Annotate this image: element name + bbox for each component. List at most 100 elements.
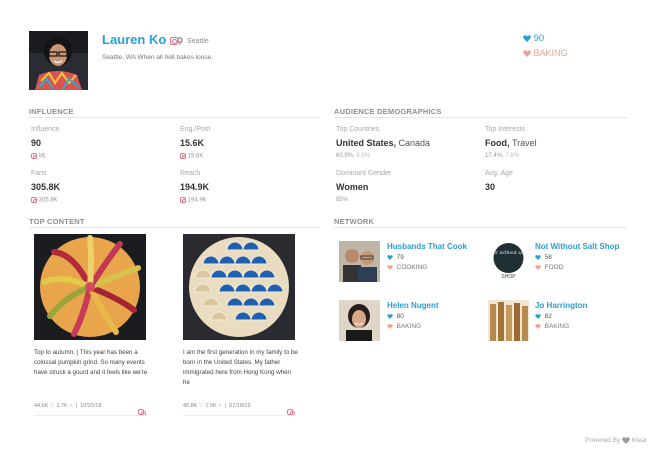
network-topic-value: FOOD	[544, 264, 564, 271]
klear-logo-icon	[622, 437, 630, 444]
post-caption: Top to autumn. | This year has been a co…	[34, 349, 148, 376]
top-interests-label: Top Interests	[485, 126, 526, 133]
influence-sub-value: 96	[38, 153, 46, 160]
network-divider	[334, 227, 627, 228]
instagram-icon-shape	[287, 408, 295, 417]
network-logo-sub: SHOP	[501, 274, 516, 280]
post-caption: I am the first generation in my family t…	[183, 349, 298, 386]
powered-by[interactable]: Powered By Klear	[585, 437, 647, 444]
network-logo-text: not without salt	[490, 251, 527, 256]
top-country-primary: United States,	[336, 138, 397, 148]
heart-outline-icon: ♡	[49, 403, 55, 409]
reach-sub: 194.9K	[180, 197, 207, 204]
profile-name-text[interactable]: Lauren Ko	[102, 32, 166, 47]
profile-name[interactable]: Lauren Ko	[102, 32, 178, 47]
network-topic: BAKING	[535, 323, 569, 330]
network-score-value: 58	[544, 254, 552, 261]
post-image[interactable]	[34, 234, 146, 340]
eng-post-label: Eng./Post	[180, 126, 211, 133]
network-avatar[interactable]: not without salt SHOP	[488, 241, 529, 282]
top-interests-value: Food, Travel	[485, 138, 537, 148]
powered-by-text: Powered By	[585, 437, 621, 445]
instagram-icon	[180, 153, 186, 159]
heart-icon	[387, 264, 393, 270]
network-name[interactable]: Helen Nugent	[387, 301, 439, 310]
top-interest-secondary: Travel	[512, 138, 537, 148]
post-likes: 40.8K	[183, 403, 198, 409]
avg-age-label: Avg. Age	[485, 170, 513, 177]
network-score: 79	[387, 254, 404, 261]
heart-icon	[387, 254, 393, 260]
influence-value: 90	[31, 138, 42, 148]
network-score-value: 82	[544, 313, 552, 320]
fans-label: Fans	[31, 170, 47, 177]
instagram-icon	[31, 197, 37, 203]
demographics-divider	[334, 117, 627, 118]
eng-post-sub: 15.6K	[180, 153, 203, 160]
fans-sub-value: 305.8K	[38, 197, 58, 204]
heart-icon	[535, 254, 541, 260]
heart-icon	[535, 323, 541, 329]
network-name[interactable]: Jo Harrington	[535, 301, 587, 310]
profile-score: 90	[523, 33, 544, 44]
post-date: 10/25/18	[80, 403, 102, 409]
post-stats: 44.6K ♡ 1.7K ○ | 10/25/18	[34, 403, 102, 409]
network-score: 58	[535, 254, 552, 261]
profile-score-value: 90	[533, 33, 545, 44]
network-topic: BAKING	[387, 323, 421, 330]
instagram-icon	[31, 153, 37, 159]
top-content-heading: TOP CONTENT	[29, 217, 85, 226]
influence-sub: 96	[31, 153, 45, 160]
post-image[interactable]	[183, 234, 295, 340]
post-divider	[34, 415, 146, 416]
eng-post-value: 15.6K	[180, 138, 205, 148]
profile-avatar	[29, 31, 88, 90]
comment-icon: ○	[218, 403, 222, 409]
dominant-gender-value: Women	[336, 182, 369, 192]
instagram-icon-shape	[138, 408, 146, 417]
network-score: 80	[387, 313, 404, 320]
post-date: 07/18/19	[229, 403, 251, 409]
heart-icon	[535, 313, 541, 319]
comment-icon: ○	[69, 403, 73, 409]
top-country-secondary-pct: 6.5%	[356, 153, 371, 159]
instagram-icon	[180, 197, 186, 203]
heart-icon	[387, 313, 393, 319]
dominant-gender-sub: 85%	[336, 197, 349, 203]
network-avatar[interactable]	[339, 241, 380, 282]
post-comments: 1.5K	[205, 403, 217, 409]
influence-heading: INFLUENCE	[29, 107, 74, 116]
post-stats: 40.8K ♡ 1.5K ○ | 07/18/19	[183, 403, 251, 409]
network-name[interactable]: Husbands That Cook	[387, 242, 467, 251]
top-interests-sub: 17.4%, 7.8%	[485, 153, 519, 159]
profile-topic-value: BAKING	[533, 48, 568, 58]
heart-icon	[387, 323, 393, 329]
network-avatar[interactable]	[488, 300, 529, 341]
eng-post-sub-value: 15.6K	[187, 153, 204, 160]
fans-sub: 305.8K	[31, 197, 58, 204]
network-topic: FOOD	[535, 264, 563, 271]
top-countries-value: United States, Canada	[336, 138, 430, 148]
network-score: 82	[535, 313, 552, 320]
top-country-primary-pct: 60.9%,	[336, 153, 355, 159]
profile-topic: BAKING	[523, 48, 568, 58]
top-interest-secondary-pct: 7.8%	[505, 153, 520, 159]
influence-divider	[29, 117, 320, 118]
klear-brand-text: Klear	[631, 437, 647, 445]
network-name[interactable]: Not Without Salt Shop	[535, 242, 619, 251]
network-score-value: 79	[396, 254, 404, 261]
network-topic: COOKING	[387, 264, 427, 271]
heart-outline-icon: ♡	[198, 403, 204, 409]
instagram-icon[interactable]	[138, 403, 146, 421]
top-country-secondary: Canada	[398, 138, 431, 148]
demographics-heading: AUDIENCE DEMOGRAPHICS	[334, 107, 442, 116]
location-pin-icon	[177, 37, 183, 47]
top-countries-label: Top Countries	[336, 126, 380, 133]
influence-label: Influence	[31, 126, 60, 133]
top-content-divider	[29, 227, 320, 228]
network-avatar[interactable]	[339, 300, 380, 341]
dominant-gender-label: Dominant Gender	[336, 170, 392, 177]
top-interest-primary: Food,	[485, 138, 510, 148]
heart-icon	[523, 35, 531, 42]
instagram-icon[interactable]	[287, 403, 295, 421]
